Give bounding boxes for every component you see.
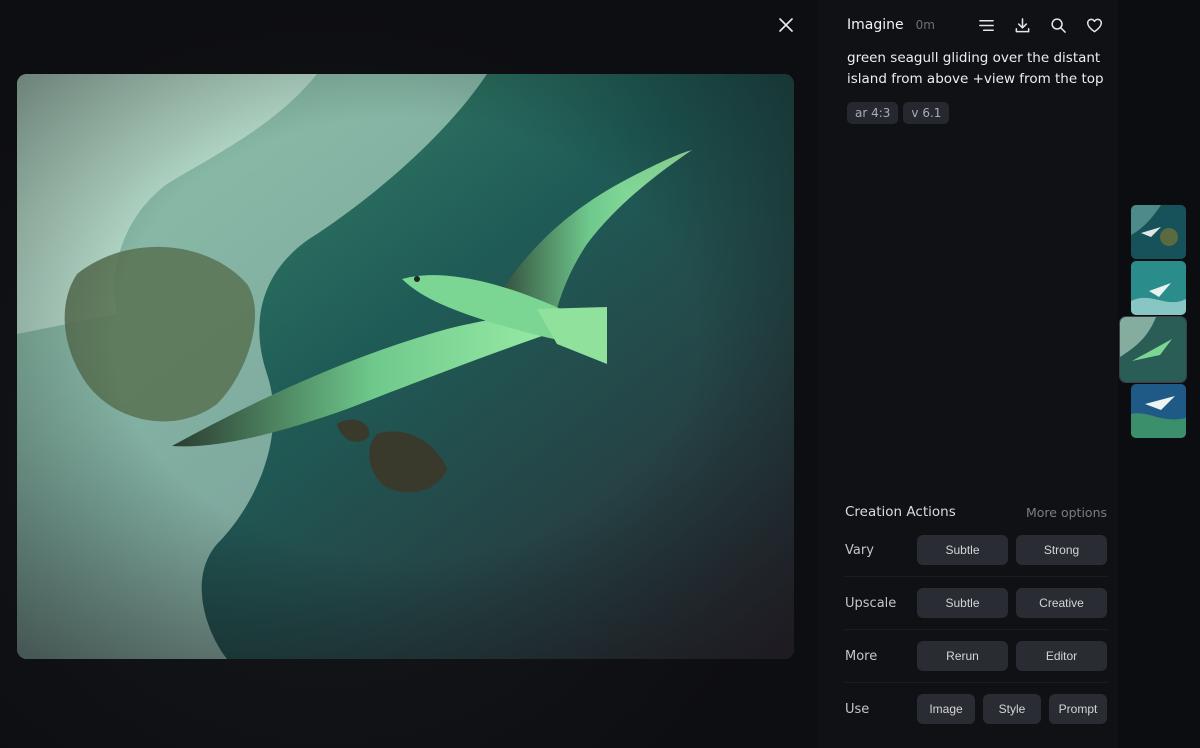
search-icon (1051, 17, 1066, 33)
menu-button[interactable] (977, 16, 996, 35)
download-icon (1015, 17, 1030, 32)
vary-strong-button[interactable]: Strong (1016, 535, 1107, 565)
panel-header: Imagine 0m (847, 14, 1104, 36)
use-image-button[interactable]: Image (917, 694, 975, 724)
upscale-subtle-button[interactable]: Subtle (917, 588, 1008, 618)
use-buttons: Image Style Prompt (917, 694, 1107, 724)
thumbnail-4[interactable] (1131, 384, 1186, 438)
upscale-buttons: Subtle Creative (917, 588, 1107, 618)
header-actions (977, 16, 1104, 35)
more-options-link[interactable]: More options (1026, 505, 1107, 520)
close-button[interactable] (775, 14, 797, 36)
vary-buttons: Subtle Strong (917, 535, 1107, 565)
action-row-more: More Rerun Editor (845, 630, 1107, 683)
editor-button[interactable]: Editor (1016, 641, 1107, 671)
variation-thumbnails (1120, 205, 1187, 440)
creation-actions-header: Creation Actions More options (845, 500, 1107, 524)
vary-subtle-button[interactable]: Subtle (917, 535, 1008, 565)
like-button[interactable] (1085, 16, 1104, 35)
action-row-use: Use Image Style Prompt (845, 683, 1107, 735)
close-icon (779, 18, 793, 32)
use-prompt-button[interactable]: Prompt (1049, 694, 1107, 724)
thumbnail-3-selected[interactable] (1120, 317, 1186, 382)
upscale-creative-button[interactable]: Creative (1016, 588, 1107, 618)
heart-icon (1086, 18, 1103, 32)
action-row-vary: Vary Subtle Strong (845, 524, 1107, 577)
panel-title: Imagine (847, 17, 904, 33)
search-button[interactable] (1049, 16, 1068, 35)
creation-actions-title: Creation Actions (845, 504, 956, 520)
prompt-text[interactable]: green seagull gliding over the distant i… (847, 48, 1107, 90)
creation-actions: Creation Actions More options Vary Subtl… (845, 500, 1107, 735)
prompt-params: ar 4:3 v 6.1 (847, 102, 950, 124)
param-aspect-ratio[interactable]: ar 4:3 (847, 102, 899, 124)
rerun-button[interactable]: Rerun (917, 641, 1008, 671)
elapsed-time: 0m (915, 18, 935, 32)
download-button[interactable] (1013, 16, 1032, 35)
generated-image[interactable] (17, 74, 794, 659)
thumbnail-2[interactable] (1131, 261, 1186, 315)
action-label-use: Use (845, 701, 870, 717)
action-label-upscale: Upscale (845, 595, 897, 611)
action-label-vary: Vary (845, 542, 874, 558)
action-row-upscale: Upscale Subtle Creative (845, 577, 1107, 630)
more-buttons: Rerun Editor (917, 641, 1107, 671)
details-panel: Imagine 0m green seagull gliding over th… (818, 0, 1118, 748)
param-version[interactable]: v 6.1 (903, 102, 950, 124)
action-label-more: More (845, 648, 878, 664)
menu-lines-icon (979, 19, 994, 31)
image-stage (0, 0, 818, 748)
thumbnail-1[interactable] (1131, 205, 1186, 259)
use-style-button[interactable]: Style (983, 694, 1041, 724)
